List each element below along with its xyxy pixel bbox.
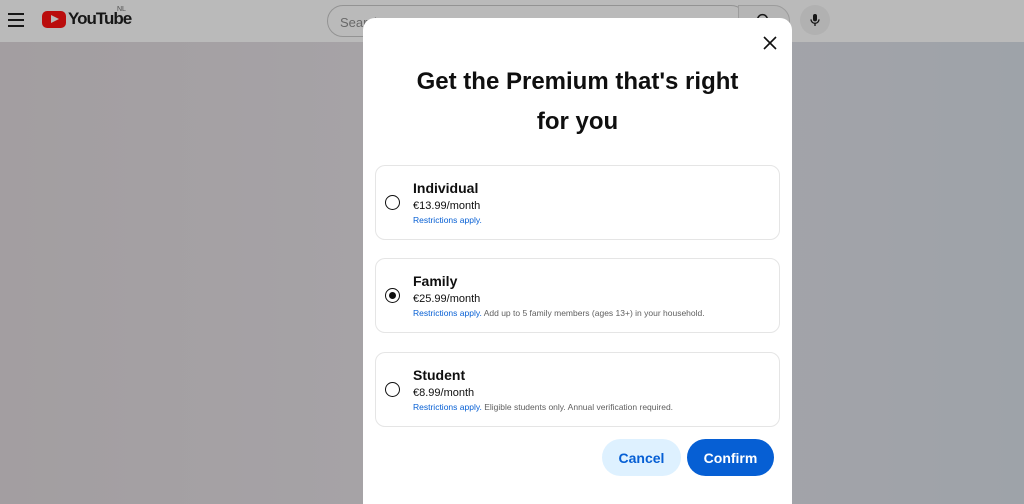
restrictions-link[interactable]: Restrictions apply. [413,402,482,412]
cancel-button[interactable]: Cancel [602,439,681,476]
plan-name: Individual [413,180,479,196]
dialog-title: Get the Premium that's right for you [383,62,772,142]
plan-note-text: Eligible students only. Annual verificat… [481,402,674,412]
plan-radio-individual[interactable] [385,195,400,210]
close-button[interactable] [759,32,781,54]
plan-option-family[interactable]: Family €25.99/month Restrictions apply. … [375,258,780,333]
plan-name: Student [413,367,466,383]
plan-price: €13.99/month [413,200,481,212]
restrictions-link[interactable]: Restrictions apply. [413,215,482,225]
plan-note: Restrictions apply. Eligible students on… [413,402,673,412]
close-icon [763,36,777,50]
plan-option-individual[interactable]: Individual €13.99/month Restrictions app… [375,165,780,240]
plan-note: Restrictions apply. [413,215,482,225]
restrictions-link[interactable]: Restrictions apply. [413,308,482,318]
dialog-title-line: for you [536,108,619,135]
plan-radio-family[interactable] [385,288,400,303]
plan-note: Restrictions apply. Add up to 5 family m… [413,308,705,318]
plan-name: Family [413,273,458,289]
confirm-button[interactable]: Confirm [687,439,774,476]
plan-price: €8.99/month [413,387,475,399]
plan-radio-student[interactable] [385,382,400,397]
plan-option-student[interactable]: Student €8.99/month Restrictions apply. … [375,352,780,427]
dialog-title-line: Get the Premium that's right [416,68,739,95]
premium-plan-dialog: Get the Premium that's right for you Ind… [363,18,792,504]
plan-note-text: Add up to 5 family members (ages 13+) in… [481,308,705,318]
plan-price: €25.99/month [413,293,481,305]
